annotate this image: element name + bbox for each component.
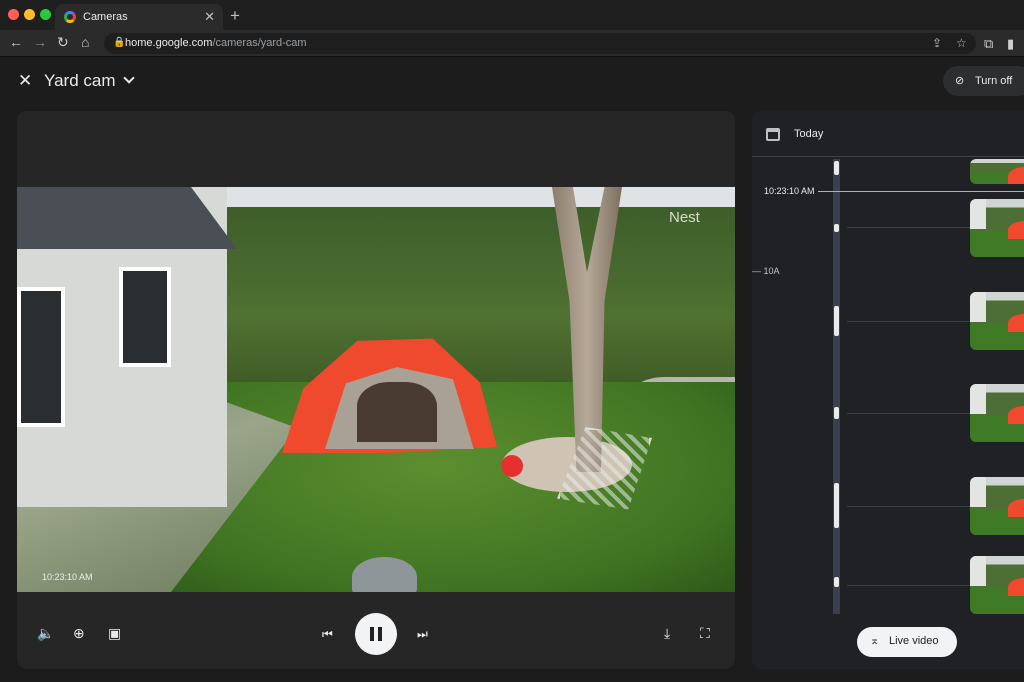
address-bar[interactable]: 🔒 home.google.com/cameras/yard-cam ⇪ ☆ (104, 33, 976, 54)
event-connector (847, 506, 977, 507)
red-ball (501, 455, 523, 477)
timeline-panel: Today 10:23:10 AM — 10A (752, 111, 1024, 669)
chevron-down-icon[interactable] (123, 72, 135, 84)
thumbnail-tent (1008, 314, 1024, 332)
url-text: home.google.com/cameras/yard-cam (125, 37, 307, 49)
event-connector (847, 585, 977, 586)
hour-tick-text: 10A (763, 266, 780, 276)
thumbnail-tent (1008, 499, 1024, 517)
event-thumbnail[interactable] (970, 384, 1024, 442)
divider (752, 156, 1024, 157)
thumbnail-house (970, 292, 986, 322)
bookmark-star-icon[interactable]: ☆ (956, 36, 967, 50)
live-video-label: Live video (889, 635, 939, 647)
url-host: home.google.com (125, 37, 213, 49)
reload-icon[interactable]: ↻ (57, 34, 69, 51)
event-thumbnail[interactable] (970, 159, 1024, 184)
event-thumbnail[interactable] (970, 556, 1024, 614)
turn-off-button[interactable]: ⊘ Turn off (943, 66, 1024, 96)
event-marker[interactable] (834, 577, 839, 587)
thumbnail-house (970, 199, 986, 229)
minimize-window-button[interactable] (24, 9, 35, 20)
current-time-label: 10:23:10 AM (764, 186, 815, 196)
google-home-icon (64, 11, 76, 23)
share-icon[interactable]: ⇪ (932, 36, 942, 50)
browser-titlebar: Cameras ✕ + (0, 0, 1024, 30)
thumbnail-house (970, 477, 986, 507)
browser-toolbar: ← → ↻ ⌂ 🔒 home.google.com/cameras/yard-c… (0, 30, 1024, 57)
side-panel-icon[interactable]: ▮ (1007, 36, 1014, 52)
jump-to-live-icon: ⌅ (870, 635, 880, 647)
house (17, 187, 237, 507)
pause-icon (370, 627, 382, 641)
calendar-icon[interactable] (766, 128, 780, 141)
event-marker[interactable] (834, 224, 839, 232)
event-thumbnail[interactable] (970, 477, 1024, 535)
tab-title: Cameras (83, 11, 128, 23)
event-marker[interactable] (834, 483, 839, 528)
camera-app: ✕ Yard cam ⊘ Turn off Nest 10:23:10 AM 🔈… (0, 57, 1024, 682)
forward-icon[interactable]: → (33, 34, 47, 50)
event-marker[interactable] (834, 161, 839, 175)
close-tab-icon[interactable]: ✕ (204, 9, 215, 25)
video-off-icon: ⊘ (955, 75, 965, 87)
close-window-button[interactable] (8, 9, 19, 20)
video-player: Nest 10:23:10 AM 🔈 ⊕ ▣ ⏮ ⏭ ⤓ ⛶ (17, 111, 735, 669)
thumbnail-tent (1008, 167, 1024, 184)
house-window (17, 287, 65, 427)
live-video-button[interactable]: ⌅ Live video (857, 627, 957, 657)
thumbnail-tent (1008, 578, 1024, 596)
lock-icon: 🔒 (113, 37, 126, 48)
event-thumbnail[interactable] (970, 292, 1024, 350)
thumbnail-house (970, 556, 986, 586)
roof (17, 187, 237, 249)
download-icon[interactable]: ⤓ (664, 625, 670, 642)
extensions-icon[interactable]: ⧉ (984, 36, 993, 52)
video-timestamp: 10:23:10 AM (42, 572, 93, 582)
url-path: /cameras/yard-cam (212, 37, 307, 49)
close-camera-icon[interactable]: ✕ (18, 71, 32, 91)
hour-tick-label: — 10A (752, 266, 780, 276)
pause-button[interactable] (355, 613, 397, 655)
camera-feed[interactable]: Nest 10:23:10 AM (17, 187, 735, 592)
event-marker[interactable] (834, 306, 839, 336)
event-connector (847, 227, 977, 228)
thumbnail-tent (1008, 406, 1024, 424)
next-icon[interactable]: ⏭ (417, 627, 428, 642)
event-marker[interactable] (834, 407, 839, 419)
thumbnail-tent (1008, 221, 1024, 239)
home-icon[interactable]: ⌂ (81, 34, 89, 50)
thumbnail-house (970, 384, 986, 414)
browser-tab[interactable]: Cameras ✕ (55, 4, 223, 30)
event-connector (847, 321, 977, 322)
house-window (119, 267, 171, 367)
fullscreen-icon[interactable]: ⛶ (700, 625, 710, 642)
previous-icon[interactable]: ⏮ (322, 627, 333, 642)
zoom-icon[interactable]: ⊕ (73, 625, 85, 642)
new-tab-button[interactable]: + (230, 6, 240, 26)
event-connector (847, 413, 977, 414)
picture-in-picture-icon[interactable]: ▣ (108, 625, 121, 642)
volume-icon[interactable]: 🔈 (37, 625, 54, 642)
back-icon[interactable]: ← (9, 34, 23, 50)
maximize-window-button[interactable] (40, 9, 51, 20)
event-thumbnail[interactable] (970, 199, 1024, 257)
tent-interior (357, 382, 437, 442)
current-time-line (818, 191, 1024, 192)
turn-off-label: Turn off (975, 75, 1013, 87)
date-label[interactable]: Today (794, 128, 823, 140)
rock (352, 557, 417, 592)
nest-watermark: Nest (669, 209, 700, 226)
camera-title[interactable]: Yard cam (44, 71, 116, 91)
